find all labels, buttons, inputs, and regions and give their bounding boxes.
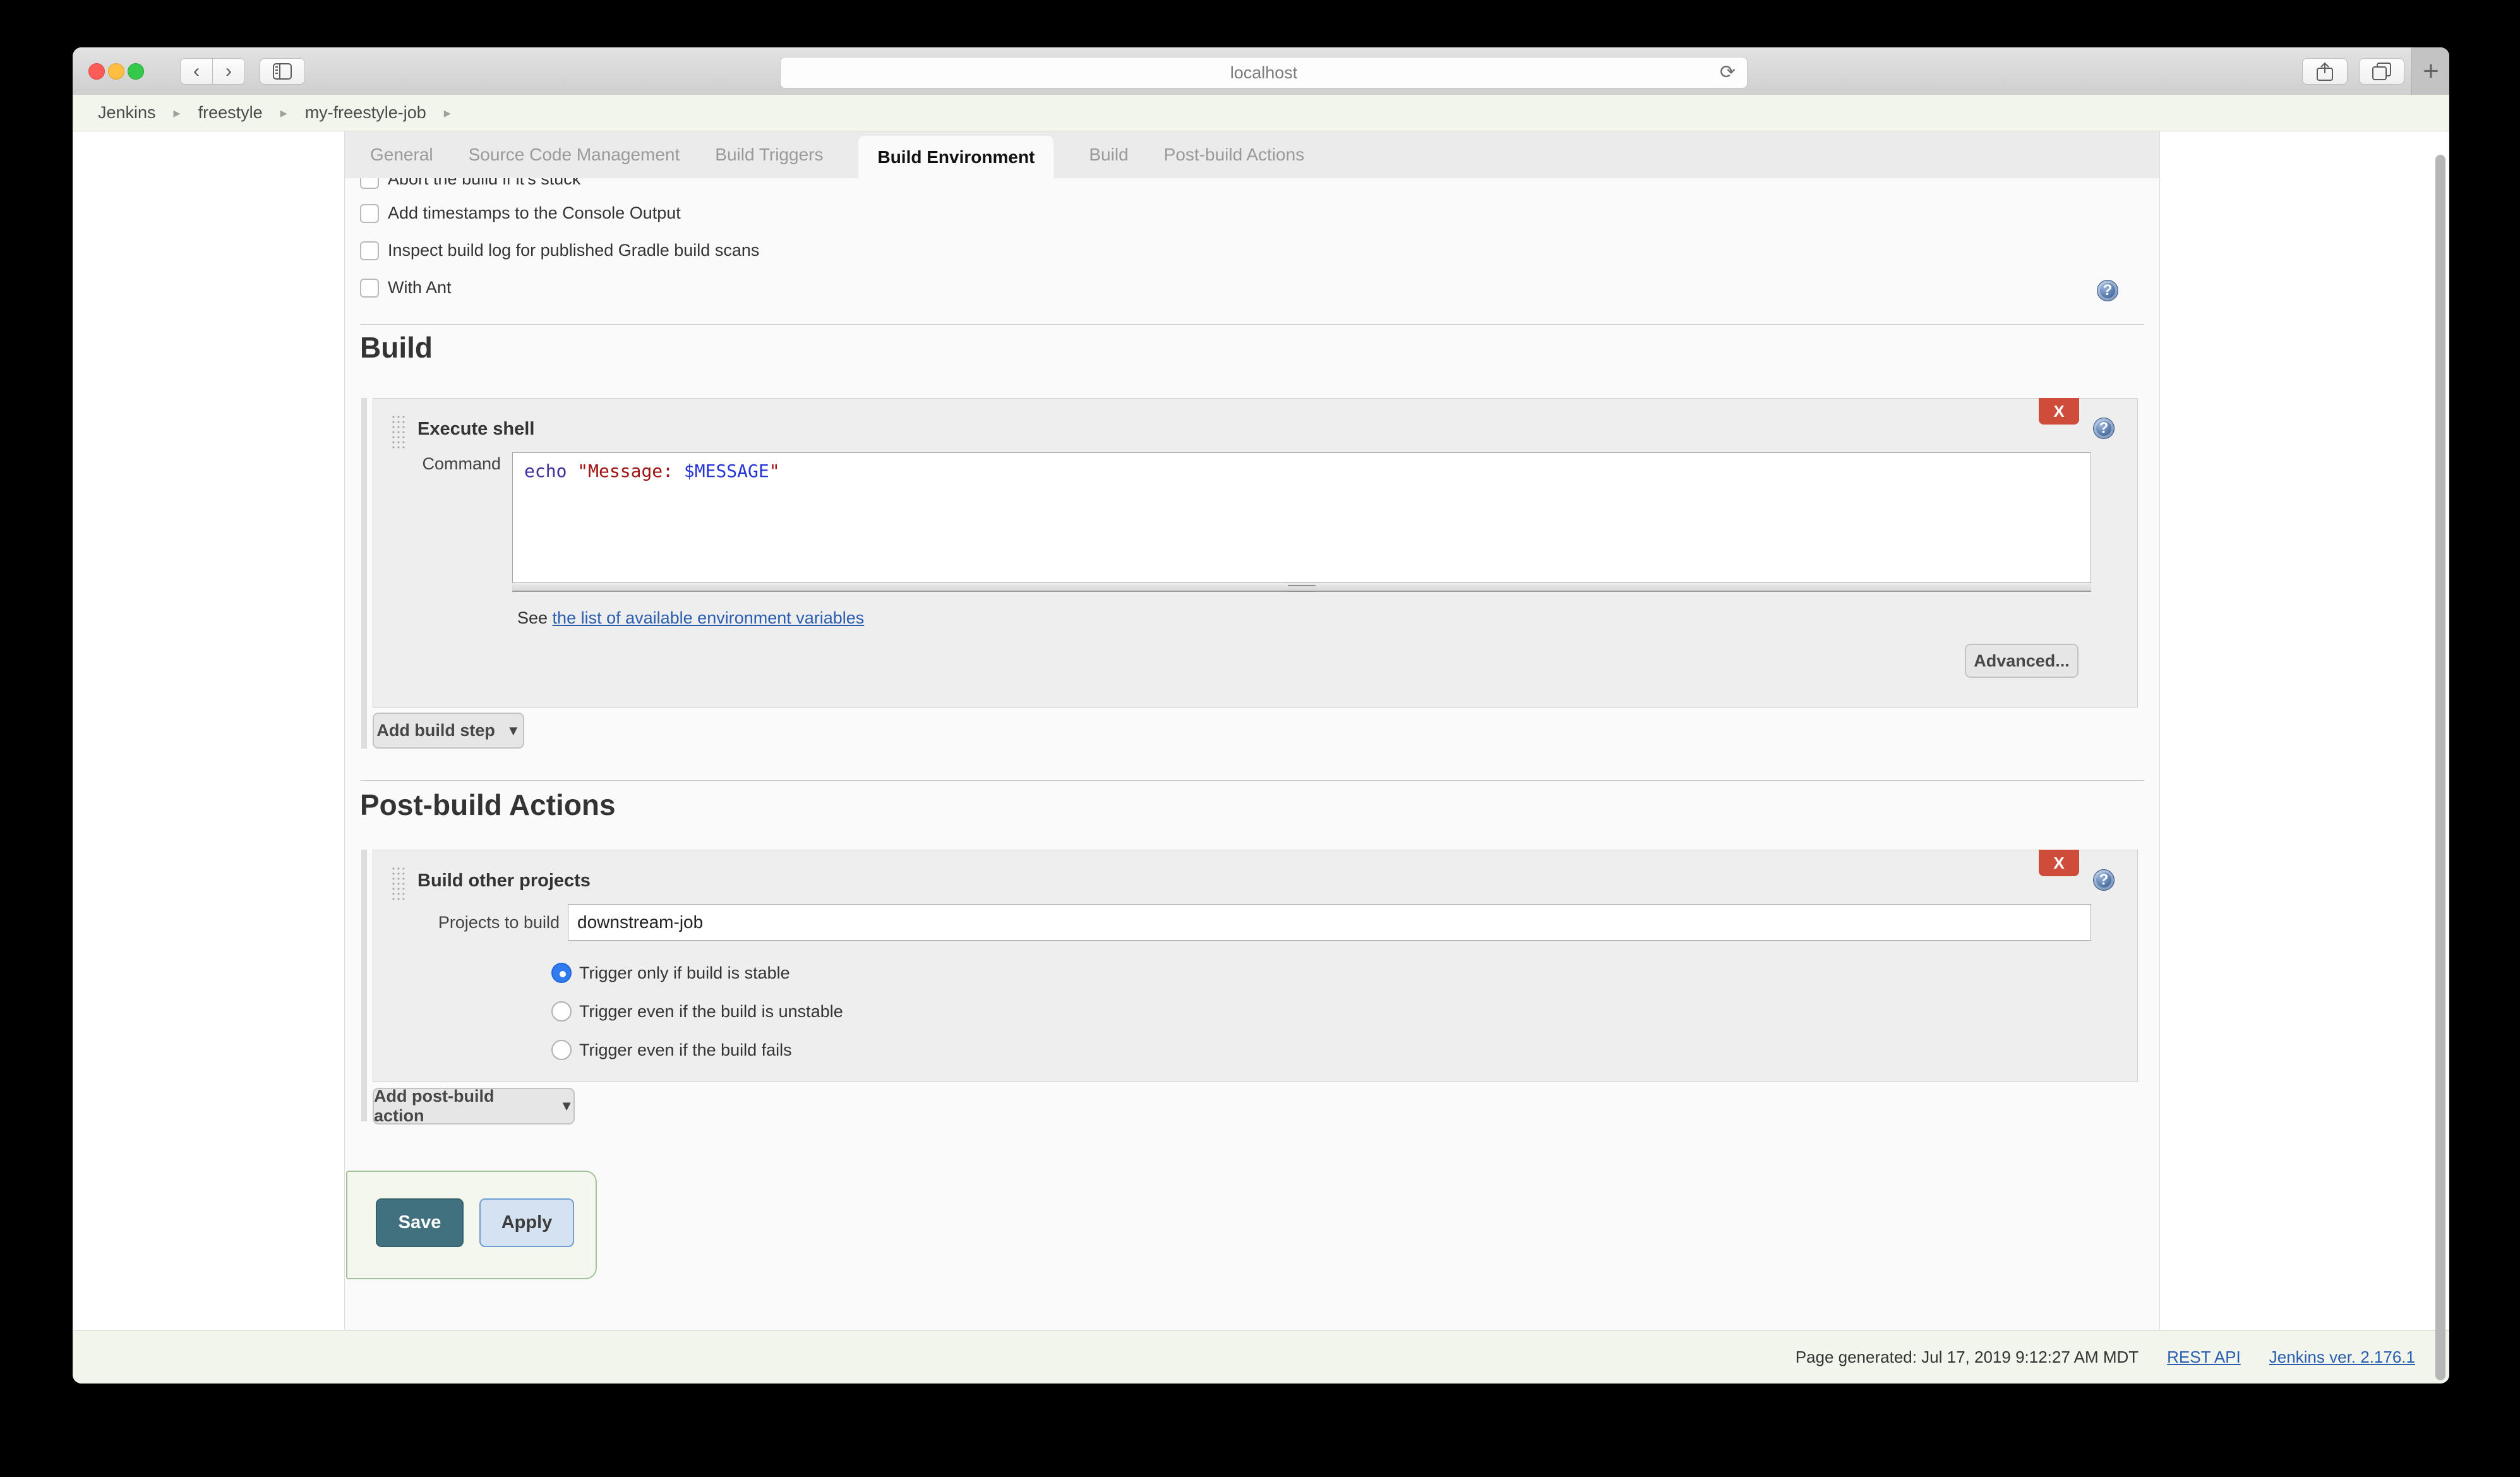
post-build-left-strip — [361, 850, 367, 1121]
projects-to-build-label: Projects to build — [421, 913, 560, 932]
breadcrumb: Jenkins ▸ freestyle ▸ my-freestyle-job ▸ — [73, 95, 2449, 131]
config-panel — [344, 131, 2160, 1330]
build-other-projects-block: Build other projects X ? Projects to bui… — [373, 850, 2138, 1082]
forward-icon: › — [225, 61, 232, 82]
new-tab-button[interactable]: + — [2411, 47, 2449, 95]
radio-label: Trigger even if the build fails — [579, 1040, 792, 1060]
projects-to-build-input[interactable]: downstream-job — [568, 904, 2091, 941]
reload-icon[interactable]: ⟳ — [1720, 61, 1736, 83]
radio-row: Trigger even if the build fails — [551, 1040, 792, 1060]
share-button[interactable] — [2302, 58, 2348, 85]
code-token-string: "Message: — [577, 461, 684, 481]
drag-handle-icon[interactable] — [391, 866, 407, 900]
see-prefix: See — [517, 608, 553, 627]
breadcrumb-separator-icon: ▸ — [280, 105, 287, 121]
sidebar-icon — [273, 63, 292, 80]
breadcrumb-item-freestyle[interactable]: freestyle — [198, 103, 263, 123]
environment-variables-link[interactable]: the list of available environment variab… — [553, 608, 865, 627]
code-token-keyword: echo — [524, 461, 577, 481]
command-textarea[interactable]: echo "Message: $MESSAGE" — [512, 452, 2091, 583]
config-tabbar: General Source Code Management Build Tri… — [345, 131, 2159, 178]
add-build-step-button[interactable]: Add build step ▼ — [373, 713, 524, 749]
chevron-down-icon: ▼ — [560, 1098, 573, 1114]
checkbox-label: Inspect build log for published Gradle b… — [388, 241, 759, 260]
breadcrumb-separator-icon: ▸ — [444, 105, 451, 121]
vertical-scrollbar-thumb[interactable] — [2435, 155, 2445, 1380]
breadcrumb-separator-icon: ▸ — [174, 105, 181, 121]
radio-trigger-unstable[interactable] — [551, 1001, 572, 1022]
checkbox-row: Add timestamps to the Console Output — [360, 203, 681, 223]
zoom-window-button[interactable] — [128, 63, 144, 80]
save-panel: Save Apply — [346, 1171, 597, 1279]
delete-post-build-action-button[interactable]: X — [2039, 850, 2079, 876]
plus-icon: + — [2423, 56, 2439, 87]
checkbox-row: With Ant — [360, 278, 452, 298]
build-step-left-strip — [361, 398, 367, 749]
jenkins-footer: Page generated: Jul 17, 2019 9:12:27 AM … — [73, 1330, 2449, 1384]
address-bar[interactable]: localhost ⟳ — [780, 57, 1748, 88]
checkbox-label: With Ant — [388, 278, 452, 298]
tab-build[interactable]: Build — [1089, 131, 1128, 178]
browser-window: ‹ › localhost ⟳ — [73, 47, 2449, 1384]
radio-trigger-stable[interactable] — [551, 963, 572, 983]
code-token-string: " — [769, 461, 780, 481]
back-button[interactable]: ‹ — [180, 58, 213, 85]
tab-build-environment[interactable]: Build Environment — [858, 136, 1053, 178]
radio-label: Trigger only if build is stable — [579, 963, 790, 983]
jenkins-version-link[interactable]: Jenkins ver. 2.176.1 — [2269, 1347, 2415, 1367]
execute-shell-block: Execute shell X ? Command echo "Message:… — [373, 398, 2138, 708]
minimize-window-button[interactable] — [108, 63, 124, 80]
help-icon[interactable]: ? — [2093, 418, 2115, 439]
address-bar-url: localhost — [1230, 63, 1298, 83]
code-token-variable: $MESSAGE — [684, 461, 769, 481]
checkbox-with-ant[interactable] — [360, 279, 379, 298]
save-button[interactable]: Save — [376, 1198, 464, 1247]
drag-handle-icon[interactable] — [391, 414, 407, 449]
breadcrumb-item-job[interactable]: my-freestyle-job — [305, 103, 426, 123]
back-icon: ‹ — [193, 61, 200, 82]
tab-general[interactable]: General — [370, 131, 433, 178]
share-icon — [2317, 62, 2333, 81]
show-tabs-button[interactable] — [2359, 58, 2404, 85]
tab-post-build-actions[interactable]: Post-build Actions — [1164, 131, 1305, 178]
rest-api-link[interactable]: REST API — [2167, 1347, 2241, 1367]
add-post-build-action-label: Add post-build action — [374, 1087, 548, 1126]
checkbox-label: Add timestamps to the Console Output — [388, 203, 681, 223]
command-label: Command — [412, 454, 501, 474]
projects-to-build-value: downstream-job — [577, 912, 703, 932]
radio-row: Trigger only if build is stable — [551, 963, 790, 983]
section-divider — [360, 324, 2144, 325]
breadcrumb-item-jenkins[interactable]: Jenkins — [98, 103, 156, 123]
sidebar-toggle-button[interactable] — [260, 58, 305, 85]
radio-trigger-fails[interactable] — [551, 1040, 572, 1060]
help-icon[interactable]: ? — [2097, 280, 2118, 301]
add-build-step-label: Add build step — [376, 721, 495, 740]
close-window-button[interactable] — [88, 63, 105, 80]
post-build-action-title: Build other projects — [417, 871, 591, 891]
tab-build-triggers[interactable]: Build Triggers — [715, 131, 823, 178]
env-vars-hint: See the list of available environment va… — [517, 608, 864, 628]
radio-row: Trigger even if the build is unstable — [551, 1001, 843, 1022]
checkbox-row: Inspect build log for published Gradle b… — [360, 241, 759, 260]
tab-source-code-management[interactable]: Source Code Management — [469, 131, 680, 178]
post-build-section-heading: Post-build Actions — [360, 788, 616, 822]
tabs-overview-icon — [2372, 63, 2391, 80]
browser-toolbar: ‹ › localhost ⟳ — [73, 47, 2449, 95]
checkbox-add-timestamps[interactable] — [360, 204, 379, 223]
delete-build-step-button[interactable]: X — [2039, 398, 2079, 425]
section-divider — [360, 780, 2144, 781]
forward-button[interactable]: › — [212, 58, 245, 85]
checkbox-inspect-gradle[interactable] — [360, 241, 379, 260]
textarea-resize-handle[interactable] — [512, 583, 2091, 592]
build-section-heading: Build — [360, 330, 433, 365]
page-generated-text: Page generated: Jul 17, 2019 9:12:27 AM … — [1796, 1347, 2139, 1367]
add-post-build-action-button[interactable]: Add post-build action ▼ — [373, 1088, 575, 1124]
apply-button[interactable]: Apply — [479, 1198, 574, 1247]
resize-grip-icon — [1288, 585, 1316, 592]
build-step-title: Execute shell — [417, 419, 534, 440]
help-icon[interactable]: ? — [2093, 869, 2115, 891]
advanced-button[interactable]: Advanced... — [1965, 644, 2079, 678]
radio-label: Trigger even if the build is unstable — [579, 1002, 843, 1022]
chevron-down-icon: ▼ — [507, 723, 520, 739]
